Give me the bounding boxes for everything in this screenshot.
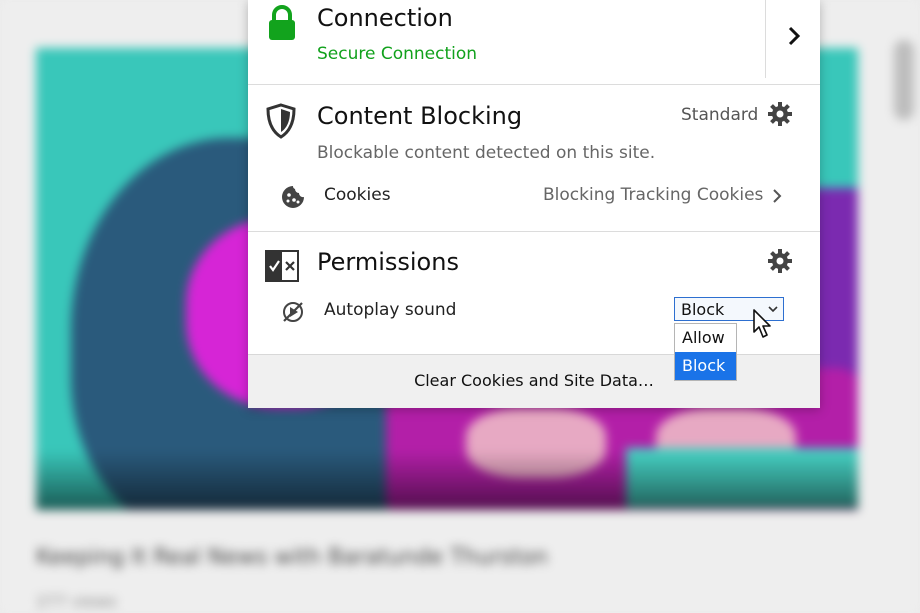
content-blocking-section: Content Blocking Standard Blockable cont… (248, 85, 820, 232)
cookies-status-link[interactable]: Blocking Tracking Cookies (543, 185, 763, 205)
connection-section: Connection Secure Connection (248, 0, 820, 85)
autoplay-blocked-icon (283, 302, 303, 322)
video-controls (36, 450, 858, 510)
mouse-cursor-icon (753, 309, 771, 338)
cookies-label: Cookies (324, 185, 391, 205)
cookie-icon (282, 186, 304, 208)
shield-icon (266, 103, 296, 139)
autoplay-option-block[interactable]: Block (675, 352, 736, 380)
connection-title: Connection (317, 4, 453, 32)
autoplay-option-allow[interactable]: Allow (675, 324, 736, 352)
autoplay-dropdown: Allow Block (674, 323, 737, 381)
autoplay-select-value: Block (681, 300, 725, 319)
connection-status: Secure Connection (317, 44, 478, 64)
video-meta: 277 views (36, 592, 117, 611)
permissions-title: Permissions (317, 248, 459, 276)
chevron-right-icon (788, 26, 801, 46)
gear-icon[interactable] (767, 101, 793, 127)
gear-icon[interactable] (767, 248, 793, 274)
content-blocking-description: Blockable content detected on this site. (317, 143, 656, 163)
lock-icon (269, 5, 295, 40)
connection-divider (765, 0, 766, 78)
permissions-section: Permissions Autoplay sound Block Allow B… (248, 232, 820, 381)
chevron-right-icon[interactable] (770, 186, 784, 206)
site-identity-panel: Connection Secure Connection Content Blo… (248, 0, 820, 408)
autoplay-sound-label: Autoplay sound (324, 300, 457, 320)
connection-details-button[interactable] (776, 10, 812, 62)
permissions-icon (265, 250, 299, 282)
content-blocking-mode: Standard (681, 105, 759, 125)
background-scrollbar (894, 40, 914, 120)
content-blocking-title: Content Blocking (317, 102, 523, 130)
video-title: Keeping It Real News with Baratunde Thur… (36, 545, 548, 570)
